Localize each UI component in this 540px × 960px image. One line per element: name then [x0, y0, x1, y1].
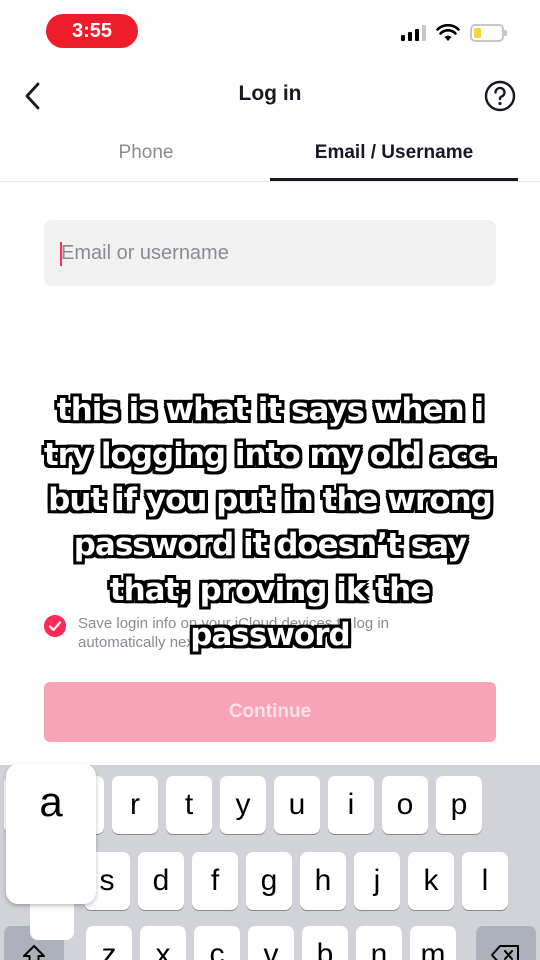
key-m[interactable]: m	[410, 926, 456, 960]
key-f[interactable]: f	[192, 852, 238, 910]
key-t[interactable]: t	[166, 776, 212, 834]
key-y[interactable]: y	[220, 776, 266, 834]
key-z[interactable]: z	[86, 926, 132, 960]
key-p[interactable]: p	[436, 776, 482, 834]
email-username-input[interactable]	[61, 220, 481, 286]
shift-icon	[23, 945, 45, 960]
question-circle-icon[interactable]	[484, 80, 516, 112]
login-tabs: Phone Email / Username	[0, 130, 540, 182]
active-tab-indicator	[270, 178, 518, 181]
key-popup-a: a	[6, 764, 96, 904]
continue-button[interactable]: Continue	[44, 682, 496, 742]
email-input-container[interactable]	[44, 220, 496, 286]
key-u[interactable]: u	[274, 776, 320, 834]
battery-icon	[470, 24, 507, 42]
key-h[interactable]: h	[300, 852, 346, 910]
delete-key[interactable]	[476, 926, 536, 960]
key-v[interactable]: v	[248, 926, 294, 960]
key-d[interactable]: d	[138, 852, 184, 910]
key-n[interactable]: n	[356, 926, 402, 960]
wifi-icon	[436, 24, 460, 41]
page-title: Log in	[238, 82, 302, 105]
key-i[interactable]: i	[328, 776, 374, 834]
key-r[interactable]: r	[112, 776, 158, 834]
key-x[interactable]: x	[140, 926, 186, 960]
key-g[interactable]: g	[246, 852, 292, 910]
key-j[interactable]: j	[354, 852, 400, 910]
video-caption-overlay: this is what it says when i try logging …	[43, 392, 497, 653]
signal-icon	[401, 25, 426, 41]
tab-phone[interactable]: Phone	[22, 142, 270, 164]
key-b[interactable]: b	[302, 926, 348, 960]
key-c[interactable]: c	[194, 926, 240, 960]
key-o[interactable]: o	[382, 776, 428, 834]
tab-email-username[interactable]: Email / Username	[270, 142, 518, 164]
key-k[interactable]: k	[408, 852, 454, 910]
backspace-icon	[491, 945, 519, 960]
status-icons	[401, 24, 507, 42]
key-l[interactable]: l	[462, 852, 508, 910]
status-time: 3:55	[46, 14, 138, 48]
